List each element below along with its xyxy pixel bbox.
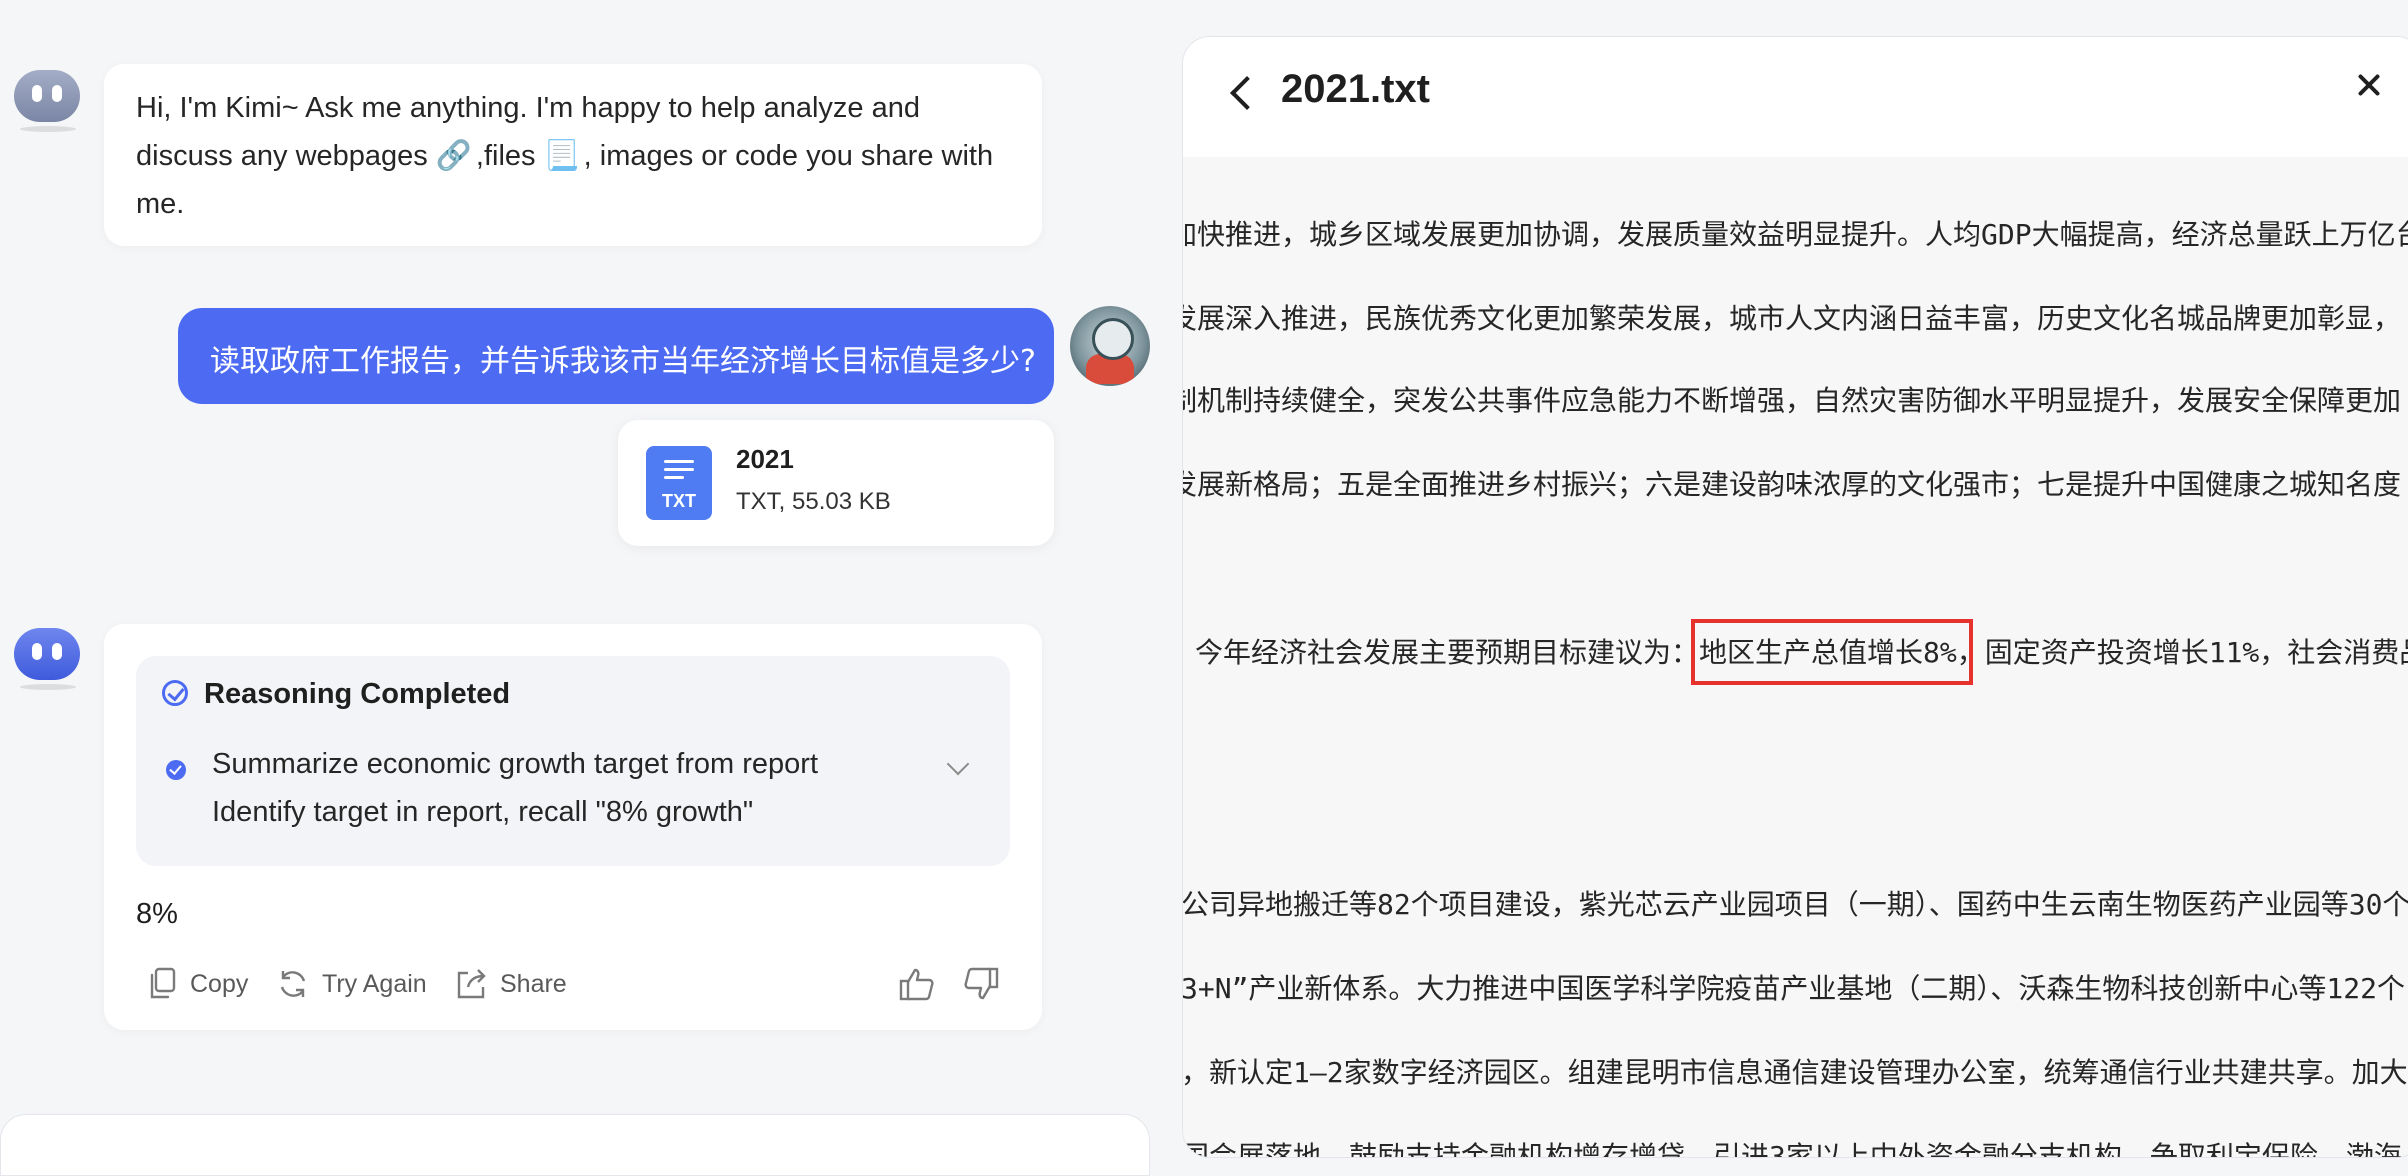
reasoning-title: Reasoning Completed (204, 678, 511, 710)
thumbs-down-icon (964, 967, 999, 1000)
share-button[interactable]: Share (454, 962, 567, 1006)
document-line: 国会展落地。鼓励支持金融机构增存增贷，引进3家以上中外资金融分支机构，争取利宝保… (1183, 1140, 2402, 1157)
chevron-down-icon[interactable] (946, 752, 970, 776)
user-message: 读取政府工作报告，并告诉我该市当年经济增长目标值是多少? (178, 308, 1054, 404)
step-check-icon (166, 760, 186, 780)
message-composer[interactable] (0, 1114, 1150, 1176)
thumbs-up-icon (899, 968, 934, 1001)
attachment-name: 2021 (736, 444, 794, 474)
document-line: 发展深入推进，民族优秀文化更加繁荣发展，城市人文内涵日益丰富，历史文化名城品牌更… (1183, 302, 2402, 335)
copy-icon (150, 967, 176, 999)
attachment-meta: TXT, 55.03 KB (736, 488, 891, 515)
thumbs-down-button[interactable] (962, 962, 1012, 1006)
txt-file-icon: TXT (646, 446, 712, 520)
document-line: 公司异地搬迁等82个项目建设，紫光芯云产业园项目（一期）、国药中生云南生物医药产… (1183, 888, 2408, 921)
attachment-card[interactable]: TXT 2021 TXT, 55.03 KB (618, 420, 1054, 546)
document-header: 2021.txt (1183, 37, 2408, 157)
document-content: 加快推进，城乡区域发展更加协调，发展质量效益明显提升。人均GDP大幅提高，经济总… (1183, 157, 2408, 1157)
check-circle-icon (162, 680, 188, 706)
highlight-box (1691, 619, 1973, 685)
back-chevron-icon[interactable] (1230, 76, 1264, 110)
close-icon[interactable] (2353, 69, 2385, 101)
user-message-text: 读取政府工作报告，并告诉我该市当年经济增长目标值是多少? (210, 344, 1036, 379)
document-line: 3+N”产业新体系。大力推进中国医学科学院疫苗产业基地（二期）、沃森生物科技创新… (1183, 972, 2406, 1005)
reasoning-panel[interactable]: Reasoning Completed Summarize economic g… (136, 656, 1010, 866)
document-line: ，新认定1—2家数字经济园区。组建昆明市信息通信建设管理办公室，统筹通信行业共建… (1183, 1056, 2408, 1089)
document-line: 加快推进，城乡区域发展更加协调，发展质量效益明显提升。人均GDP大幅提高，经济总… (1183, 218, 2408, 251)
reasoning-step-detail: Identify target in report, recall "8% gr… (212, 796, 754, 828)
kimi-avatar-icon (14, 628, 82, 690)
document-icon: 📃 (543, 140, 580, 172)
thumbs-up-button[interactable] (898, 962, 948, 1006)
refresh-icon (280, 971, 306, 997)
kimi-avatar-icon (14, 70, 82, 132)
greeting-text: Hi, I'm Kimi~ Ask me anything. I'm happy… (136, 92, 994, 220)
document-line: 发展新格局；五是全面推进乡村振兴；六是建设韵味浓厚的文化强市；七是提升中国健康之… (1183, 468, 2402, 501)
copy-button[interactable]: Copy (148, 962, 248, 1006)
document-title: 2021.txt (1281, 67, 1430, 111)
user-avatar-icon[interactable] (1070, 306, 1150, 386)
document-line: 制机制持续健全，突发公共事件应急能力不断增强，自然灾害防御水平明显提升，发展安全… (1183, 384, 2402, 417)
link-icon: 🔗 (435, 140, 472, 172)
try-again-button[interactable]: Try Again (276, 962, 427, 1006)
document-viewer: 2021.txt 加快推进，城乡区域发展更加协调，发展质量效益明显提升。人均GD… (1182, 36, 2408, 1158)
share-icon (457, 969, 486, 999)
reasoning-step-title: Summarize economic growth target from re… (212, 748, 818, 780)
answer-text: 8% (136, 898, 178, 930)
